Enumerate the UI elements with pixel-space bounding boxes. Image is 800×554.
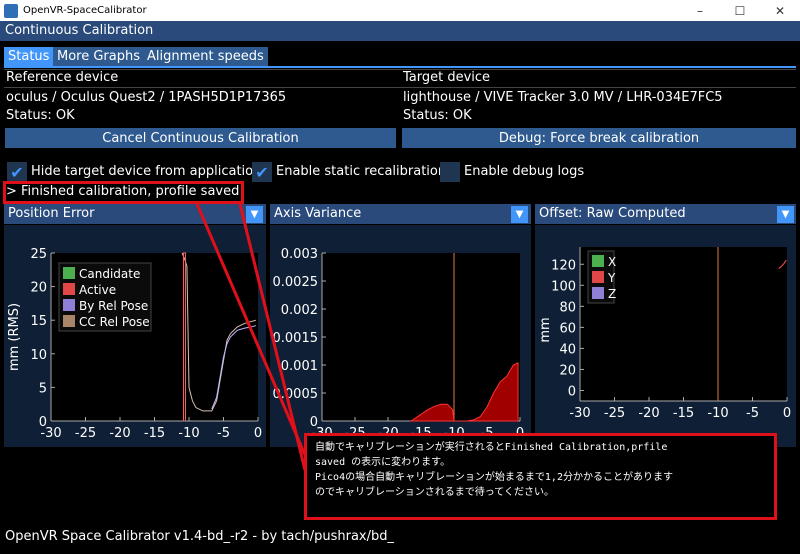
legend-swatch — [592, 271, 604, 283]
tab-alignment-speeds[interactable]: Alignment speeds — [143, 47, 268, 67]
debug-force-break-button[interactable]: Debug: Force break calibration — [402, 128, 796, 148]
y-tick-label: 20 — [30, 281, 47, 296]
y-tick-label: 40 — [559, 342, 576, 357]
plot-area — [322, 253, 520, 421]
static-recalibration-label: Enable static recalibration — [276, 164, 447, 179]
position-error-chart[interactable]: -30 -25 -20 -15 -10 -5 00510152025mm (RMS)Cand… — [4, 225, 266, 447]
y-axis-label: mm (RMS) — [7, 303, 22, 371]
annotation-callout: 自動でキャリブレーションが実行されるとFinished Calibration,… — [304, 433, 777, 520]
legend-label: CC Rel Pose — [79, 315, 150, 329]
panel-header-offset: Offset: Raw Computed — [535, 204, 796, 224]
y-tick-label: 25 — [30, 247, 47, 262]
x-tick-label: -30 — [569, 406, 590, 421]
hide-target-label: Hide target device from application — [31, 164, 262, 179]
y-tick-label: 0.0015 — [273, 331, 319, 346]
y-axis-label: mm — [538, 317, 553, 342]
plot-panel-offset: -30 -25 -20 -15 -10 -5 0 0 20 40 60 80 100 120 mm X Y Z — [535, 225, 796, 447]
chevron-down-icon[interactable]: ▼ — [777, 206, 794, 223]
tab-more-graphs[interactable]: More Graphs — [53, 47, 145, 67]
x-tick-label: -25 — [604, 406, 625, 421]
reference-status: Status: OK — [6, 108, 75, 123]
legend-label: Candidate — [79, 267, 140, 281]
check-icon: ✔ — [10, 162, 24, 182]
annotation-highlight-box — [3, 181, 244, 204]
legend-swatch — [63, 299, 75, 311]
chevron-down-icon[interactable]: ▼ — [511, 206, 528, 223]
check-icon: ✔ — [255, 162, 269, 182]
legend-label: X — [608, 255, 616, 269]
y-tick-label: 5 — [39, 381, 47, 396]
maximize-button[interactable]: ☐ — [720, 0, 760, 21]
y-tick-label: 100 — [551, 279, 576, 294]
y-tick-label: 0.003 — [281, 247, 318, 262]
y-tick-label: 0.0025 — [273, 275, 319, 290]
y-tick-label: 0 — [310, 415, 318, 430]
y-tick-label: 60 — [559, 321, 576, 336]
x-tick-label: -25 — [75, 426, 96, 441]
callout-line: saved の表示に変わります。 — [315, 457, 451, 468]
chevron-down-icon[interactable]: ▼ — [246, 206, 263, 223]
legend-swatch — [63, 267, 75, 279]
window-title: OpenVR-SpaceCalibrator — [23, 5, 147, 16]
reference-device-name: oculus / Oculus Quest2 / 1PASH5D1P17365 — [6, 90, 287, 105]
x-tick-label: 0 — [254, 426, 262, 441]
separator — [4, 69, 796, 70]
y-tick-label: 80 — [559, 300, 576, 315]
legend-swatch — [592, 287, 604, 299]
target-device-name: lighthouse / VIVE Tracker 3.0 MV / LHR-0… — [403, 90, 723, 105]
plot-panel-axis-variance: -30-25-20-15-10-5000.00050.0010.00150.00… — [270, 225, 531, 447]
y-tick-label: 10 — [30, 348, 47, 363]
x-tick-label: -15 — [673, 406, 694, 421]
x-tick-label: 0 — [783, 406, 791, 421]
x-tick-label: -10 — [707, 406, 728, 421]
y-tick-label: 15 — [30, 314, 47, 329]
hide-target-checkbox[interactable]: ✔ — [7, 162, 27, 182]
x-tick-label: -15 — [144, 426, 165, 441]
x-tick-label: -5 — [217, 426, 230, 441]
imgui-window-title: Continuous Calibration — [0, 21, 800, 41]
window-titlebar: OpenVR-SpaceCalibrator – ☐ ✕ — [0, 0, 800, 21]
y-tick-label: 0.001 — [281, 359, 318, 374]
legend-swatch — [63, 315, 75, 327]
y-tick-label: 20 — [559, 363, 576, 378]
y-tick-label: 120 — [551, 258, 576, 273]
x-tick-label: -20 — [109, 426, 130, 441]
offset-chart[interactable]: -30 -25 -20 -15 -10 -5 0 0 20 40 60 80 100 120 mm XYZ — [535, 225, 796, 447]
panel-header-axis-variance: Axis Variance — [270, 204, 531, 224]
legend-swatch — [63, 283, 75, 295]
debug-logs-checkbox[interactable] — [440, 162, 460, 182]
legend-label: Y — [607, 271, 616, 285]
static-recalibration-checkbox[interactable]: ✔ — [252, 162, 272, 182]
plot-panel-position-error: -30 -25 -20 -15 -10 -5 0 0 5 10 15 20 25 mm (RMS) Cand… — [4, 225, 266, 447]
y-tick-label: 0 — [568, 384, 576, 399]
legend-label: By Rel Pose — [79, 299, 148, 313]
tab-underline — [4, 66, 796, 68]
imgui-window: Continuous Calibration Status More Graph… — [0, 21, 800, 554]
y-tick-label: 0 — [39, 415, 47, 430]
panel-header-position-error: Position Error — [4, 204, 266, 224]
reference-device-header: Reference device — [6, 70, 119, 85]
y-tick-label: 0.0005 — [273, 387, 319, 402]
legend-label: Active — [79, 283, 116, 297]
app-icon — [4, 3, 18, 18]
x-tick-label: -5 — [746, 406, 759, 421]
legend-label: Z — [608, 287, 616, 301]
debug-logs-label: Enable debug logs — [464, 164, 585, 179]
callout-line: のでキャリブレーションされるまで待ってください。 — [315, 487, 554, 498]
tab-status[interactable]: Status — [4, 47, 54, 67]
callout-line: Pico4の場合自動キャリブレーションが始まるまで1,2分かかることがあります — [315, 472, 673, 483]
cancel-continuous-calibration-button[interactable]: Cancel Continuous Calibration — [5, 128, 396, 148]
x-tick-label: -20 — [638, 406, 659, 421]
version-footer: OpenVR Space Calibrator v1.4-bd_-r2 - by… — [5, 529, 395, 544]
callout-line: 自動でキャリブレーションが実行されるとFinished Calibration,… — [315, 442, 668, 453]
legend-swatch — [592, 255, 604, 267]
y-tick-label: 0.002 — [281, 303, 318, 318]
close-button[interactable]: ✕ — [760, 0, 800, 21]
target-status: Status: OK — [403, 108, 472, 123]
target-device-header: Target device — [403, 70, 491, 85]
axis-variance-chart[interactable]: -30-25-20-15-10-5000.00050.0010.00150.00… — [270, 225, 531, 447]
minimize-button[interactable]: – — [680, 0, 720, 21]
x-tick-label: -10 — [178, 426, 199, 441]
separator — [4, 87, 796, 88]
